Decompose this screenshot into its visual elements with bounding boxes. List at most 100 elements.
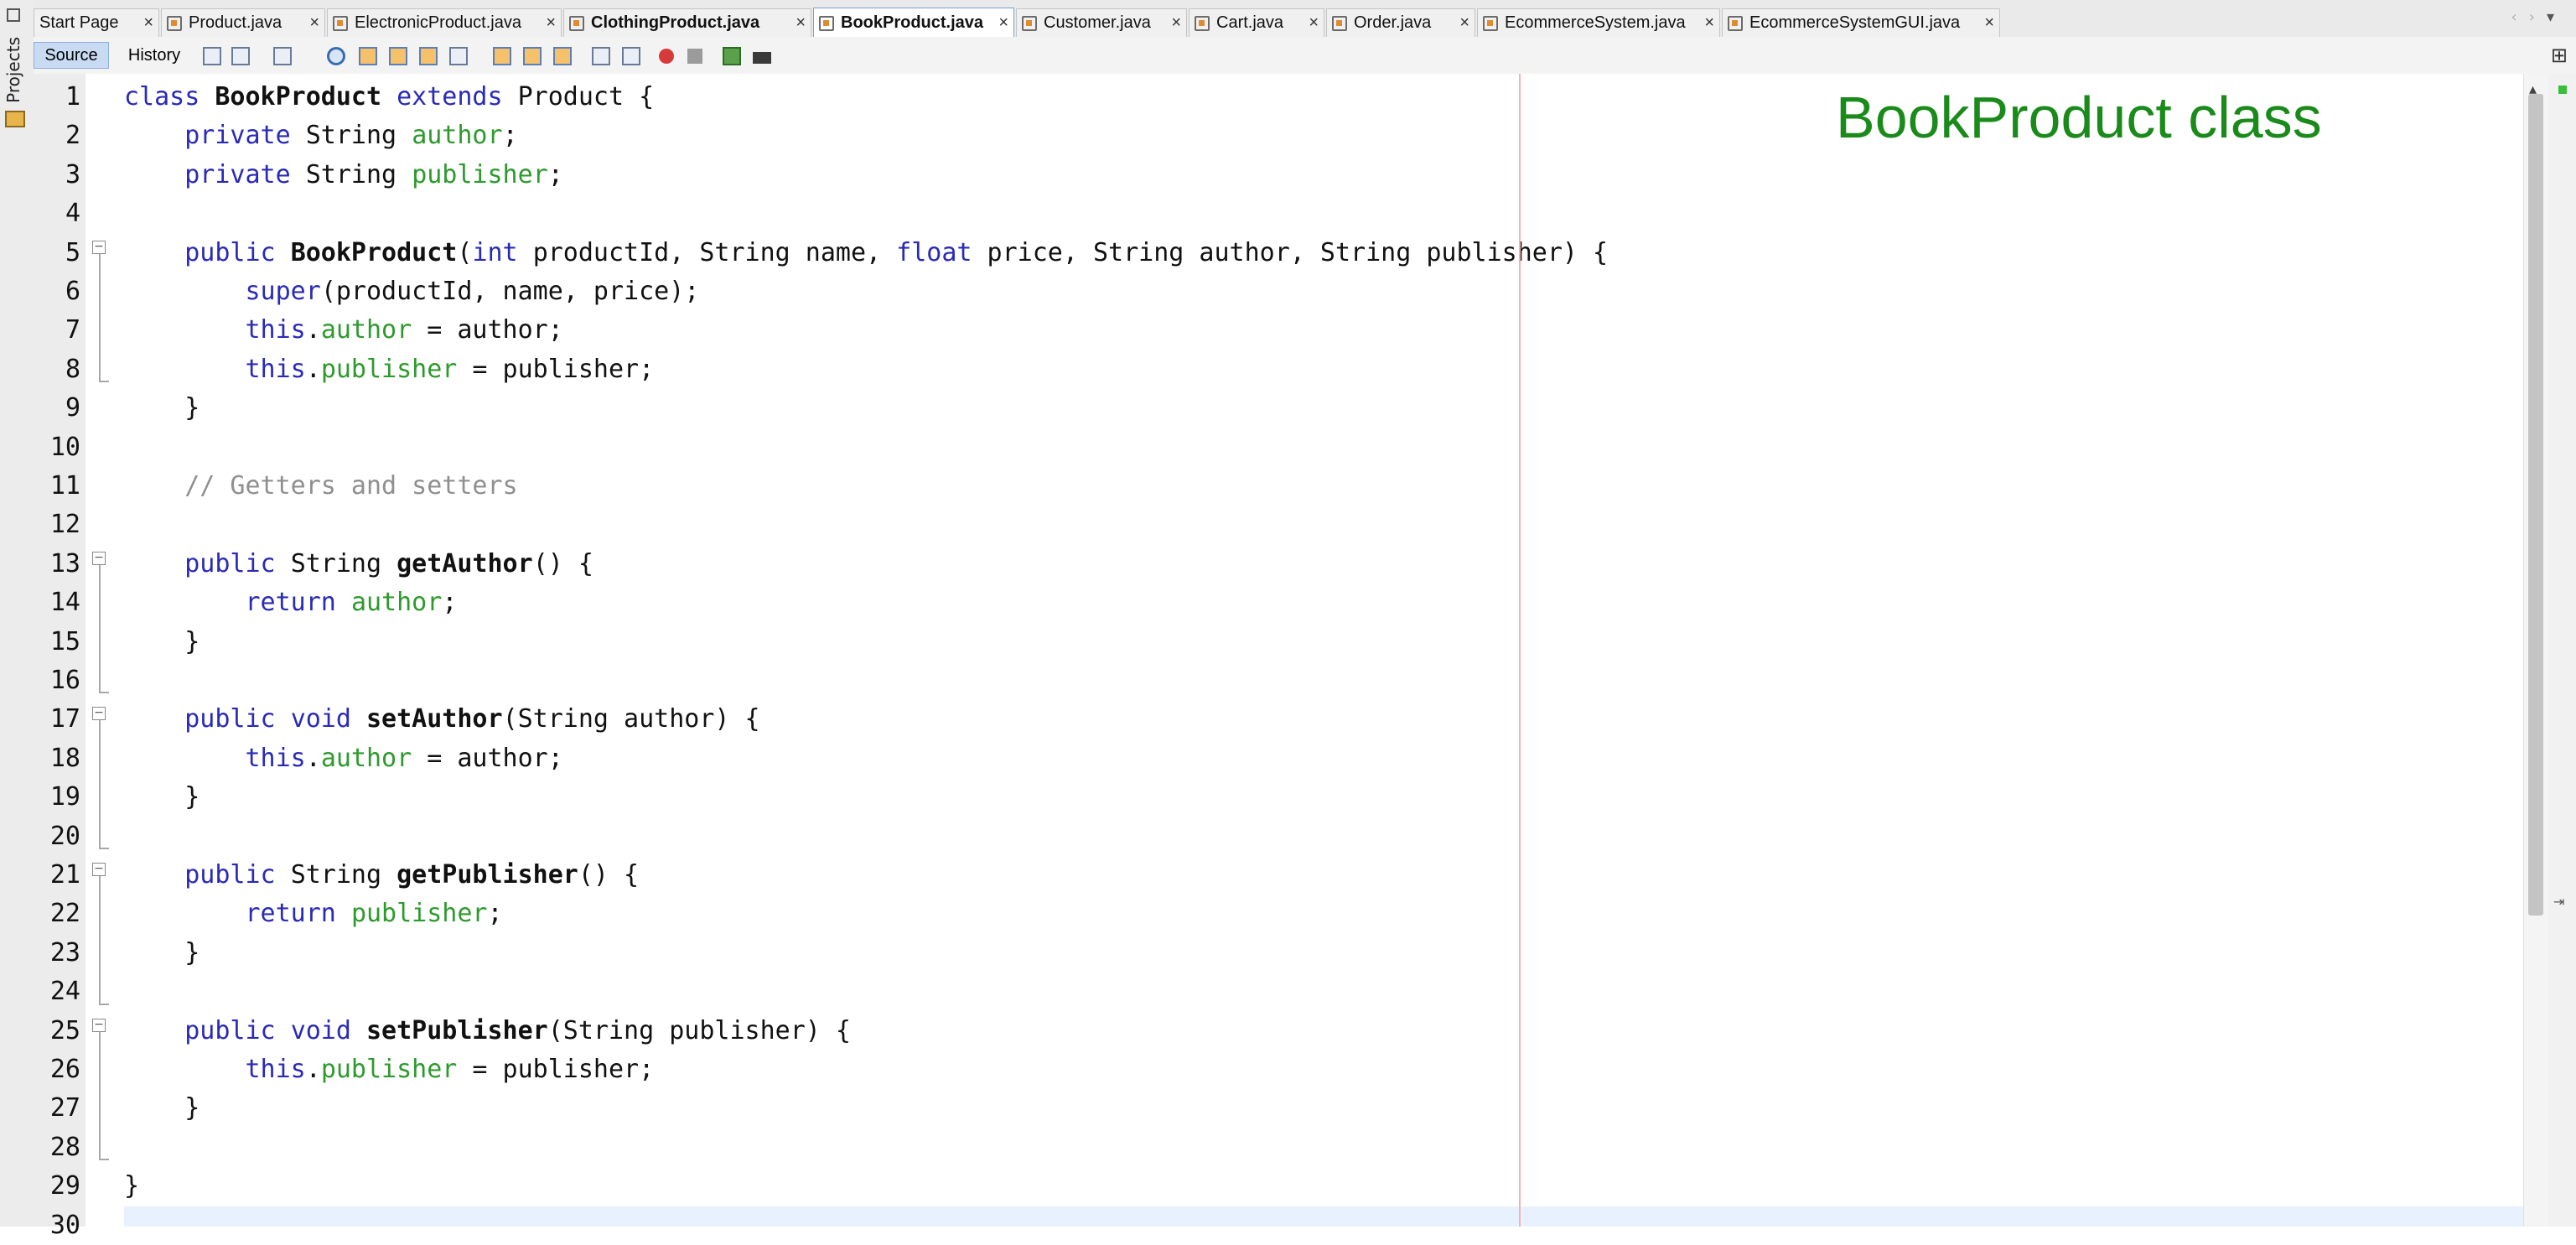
code-token: public	[184, 237, 291, 267]
expand-toolbar-icon[interactable]: ⊞	[2551, 44, 2568, 67]
code-token: publisher	[350, 899, 488, 929]
tab-ecommercesystem-java[interactable]: EcommerceSystem.java ×	[1477, 8, 1720, 37]
code-token: (	[457, 237, 473, 267]
next-bookmark-icon[interactable]	[523, 47, 542, 65]
collapse-fold-icon[interactable]: −	[92, 551, 106, 565]
forward-icon[interactable]	[273, 47, 292, 65]
split-handle-icon[interactable]: ⇥	[2553, 894, 2564, 910]
code-line[interactable]: this.publisher = publisher;	[124, 1050, 655, 1089]
close-tab-icon[interactable]: ×	[1171, 13, 1181, 33]
tab-navigation[interactable]: ‹›▾	[2511, 8, 2566, 26]
close-tab-icon[interactable]: ×	[796, 13, 806, 33]
close-tab-icon[interactable]: ×	[998, 13, 1008, 33]
line-number: 13	[49, 548, 80, 578]
code-line[interactable]: }	[124, 623, 200, 661]
source-view-button[interactable]: Source	[34, 42, 109, 69]
tab-ecommercesystemgui-java[interactable]: EcommerceSystemGUI.java ×	[1722, 8, 2000, 37]
collapse-fold-icon[interactable]: −	[92, 863, 106, 876]
last-edit-icon[interactable]	[203, 47, 221, 65]
code-line[interactable]: this.author = author;	[124, 739, 563, 778]
code-line[interactable]: private String author;	[124, 117, 517, 155]
projects-folder-icon[interactable]	[5, 111, 25, 127]
code-line[interactable]: class BookProduct extends Product {	[124, 78, 654, 117]
collapse-fold-icon[interactable]: −	[92, 240, 106, 254]
tab-customer-java[interactable]: Customer.java ×	[1016, 8, 1187, 37]
code-line[interactable]: public String getPublisher() {	[124, 856, 639, 895]
back-icon[interactable]	[231, 47, 250, 65]
code-token: () {	[578, 860, 640, 890]
shift-right-icon[interactable]	[622, 47, 640, 65]
tab-order-java[interactable]: Order.java ×	[1326, 8, 1475, 37]
annotation-caption: BookProduct class	[1836, 85, 2322, 150]
history-view-button[interactable]: History	[112, 42, 196, 69]
code-line[interactable]: return author;	[124, 584, 458, 622]
tab-start-page[interactable]: Start Page ×	[34, 8, 159, 37]
tab-clothingproduct-java[interactable]: ClothingProduct.java ×	[563, 8, 811, 37]
close-tab-icon[interactable]: ×	[143, 13, 153, 33]
close-tab-icon[interactable]: ×	[1704, 13, 1714, 33]
toggle-bookmark-icon[interactable]	[553, 47, 572, 65]
code-line[interactable]: private String publisher;	[124, 156, 563, 195]
tab-cart-java[interactable]: Cart.java ×	[1189, 8, 1324, 37]
previous-bookmark-icon[interactable]	[493, 47, 511, 65]
code-token: }	[124, 393, 200, 423]
stop-macro-record-icon[interactable]	[687, 49, 702, 64]
close-tab-icon[interactable]: ×	[309, 13, 319, 33]
right-margin-guide	[1519, 74, 1521, 1227]
code-line[interactable]: this.publisher = publisher;	[124, 350, 655, 389]
collapse-fold-icon[interactable]: −	[92, 1018, 106, 1032]
restore-window-icon[interactable]	[7, 8, 20, 22]
scroll-left-icon[interactable]: ‹	[2511, 8, 2529, 26]
close-tab-icon[interactable]: ×	[546, 13, 556, 33]
code-line[interactable]: public void setAuthor(String author) {	[124, 700, 759, 739]
code-token: price, String author, String publisher) …	[987, 237, 1609, 267]
tab-bookproduct-java[interactable]: BookProduct.java ×	[813, 8, 1014, 38]
start-macro-record-icon[interactable]	[659, 49, 674, 64]
projects-tab-label[interactable]: Projects	[3, 37, 23, 103]
code-line[interactable]: }	[124, 1089, 200, 1128]
tab-label: BookProduct.java	[841, 13, 984, 32]
code-line[interactable]: }	[124, 1167, 139, 1206]
code-line[interactable]: super(productId, name, price);	[124, 272, 700, 311]
close-tab-icon[interactable]: ×	[1459, 13, 1469, 33]
find-selection-icon[interactable]	[419, 47, 438, 65]
vertical-scrollbar-thumb[interactable]	[2528, 94, 2543, 916]
code-line[interactable]: // Getters and setters	[124, 467, 517, 506]
code-line[interactable]: public BookProduct(int productId, String…	[124, 234, 1608, 272]
find-previous-icon[interactable]	[359, 47, 377, 65]
code-token: author	[412, 121, 503, 151]
code-editor[interactable]: class BookProduct extends Product { priv…	[124, 74, 2523, 1227]
code-line[interactable]: }	[124, 934, 200, 973]
code-token: private	[184, 121, 306, 151]
code-line[interactable]: }	[124, 778, 200, 817]
tab-product-java[interactable]: Product.java ×	[161, 8, 325, 37]
find-icon[interactable]	[327, 47, 345, 65]
code-line[interactable]: this.author = author;	[124, 311, 563, 350]
line-number: 28	[49, 1132, 80, 1162]
tab-electronicproduct-java[interactable]: ElectronicProduct.java ×	[327, 8, 562, 37]
uncomment-icon[interactable]	[753, 52, 771, 64]
code-line[interactable]: }	[124, 389, 200, 428]
toggle-highlight-icon[interactable]	[449, 47, 468, 65]
code-line[interactable]: public void setPublisher(String publishe…	[124, 1012, 851, 1050]
tab-list-dropdown-icon[interactable]: ▾	[2547, 8, 2566, 26]
code-token: int	[472, 237, 533, 267]
close-tab-icon[interactable]: ×	[1309, 13, 1319, 33]
shift-left-icon[interactable]	[592, 47, 610, 65]
scroll-right-icon[interactable]: ›	[2529, 8, 2547, 26]
projects-side-panel[interactable]: Projects	[0, 0, 34, 1227]
code-line[interactable]: public String getAuthor() {	[124, 545, 593, 584]
close-tab-icon[interactable]: ×	[1984, 13, 1994, 33]
fold-end	[99, 1159, 109, 1161]
code-token: this	[245, 1055, 306, 1084]
collapse-fold-icon[interactable]: −	[92, 707, 106, 721]
fold-guide	[99, 564, 101, 693]
tab-label: ClothingProduct.java	[591, 13, 760, 32]
find-next-icon[interactable]	[389, 47, 407, 65]
code-line[interactable]: return publisher;	[124, 895, 503, 933]
comment-icon[interactable]	[723, 47, 741, 65]
